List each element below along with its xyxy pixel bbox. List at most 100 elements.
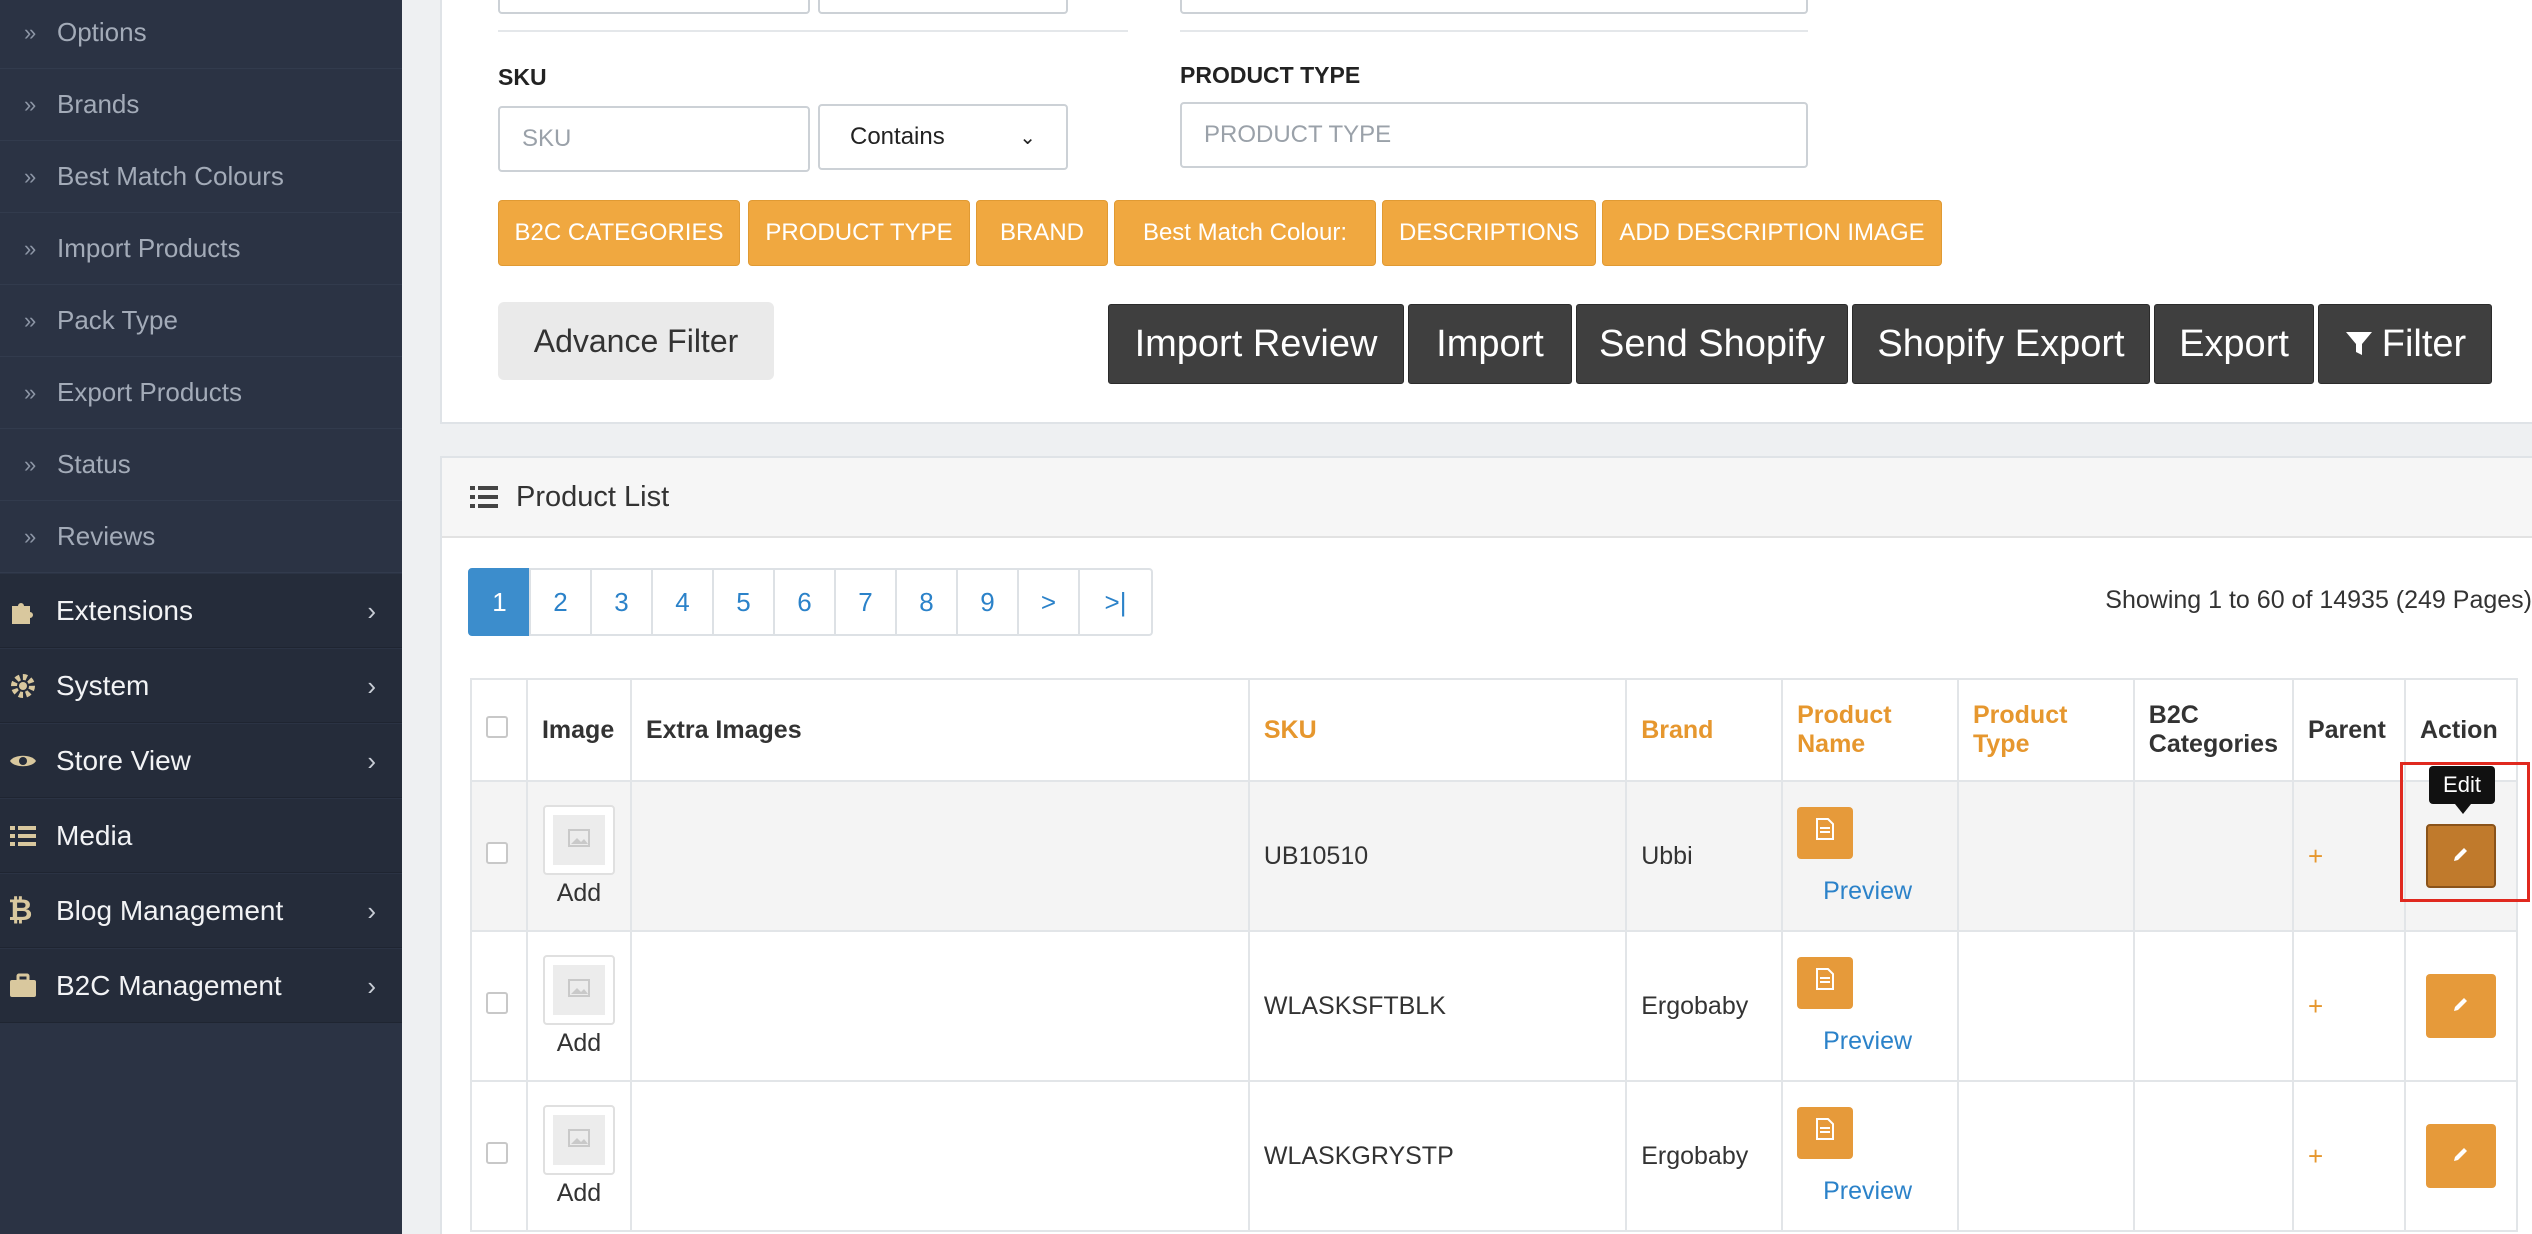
column-header-brand[interactable]: Brand bbox=[1625, 678, 1784, 782]
export-button[interactable]: Export bbox=[2154, 304, 2314, 384]
pagination: 1 2 3 4 5 6 7 8 9 > >| bbox=[468, 568, 1153, 636]
row-checkbox[interactable] bbox=[486, 991, 508, 1014]
preview-link[interactable]: Preview bbox=[1823, 1177, 1943, 1206]
sidebar-item-options[interactable]: » Options bbox=[0, 0, 402, 69]
sidebar-item-store-view[interactable]: Store View › bbox=[0, 724, 402, 798]
sidebar-item-best-match-colours[interactable]: » Best Match Colours bbox=[0, 141, 402, 213]
sidebar-item-brands[interactable]: » Brands bbox=[0, 69, 402, 141]
select-all-checkbox[interactable] bbox=[486, 715, 508, 738]
sidebar-item-b2c-management[interactable]: B2C Management › bbox=[0, 949, 402, 1023]
b2c-categories-button[interactable]: B2C CATEGORIES bbox=[498, 200, 740, 266]
sku-label: SKU bbox=[498, 64, 547, 90]
document-icon bbox=[1816, 818, 1835, 847]
chevron-right-icon: › bbox=[367, 671, 376, 701]
sidebar-item-status[interactable]: » Status bbox=[0, 429, 402, 501]
page-link-4[interactable]: 4 bbox=[651, 568, 714, 636]
page-link-next[interactable]: > bbox=[1017, 568, 1080, 636]
edit-button[interactable] bbox=[2425, 974, 2496, 1038]
import-button[interactable]: Import bbox=[1408, 304, 1572, 384]
filter-select-partial[interactable] bbox=[818, 0, 1068, 14]
add-parent-link[interactable]: + bbox=[2308, 841, 2323, 871]
image-thumbnail[interactable] bbox=[542, 804, 615, 875]
edit-button[interactable] bbox=[2425, 824, 2496, 888]
b2c-categories-cell bbox=[2132, 1080, 2294, 1232]
add-image-link[interactable]: Add bbox=[557, 879, 601, 908]
sidebar-item-label: Brands bbox=[57, 89, 140, 119]
page-link-2[interactable]: 2 bbox=[529, 568, 592, 636]
descriptions-button[interactable]: DESCRIPTIONS bbox=[1382, 200, 1596, 266]
page-link-7[interactable]: 7 bbox=[834, 568, 897, 636]
table-row: Add WLASKGRYSTP Ergobaby Preview + bbox=[470, 1080, 2519, 1232]
shopify-export-button[interactable]: Shopify Export bbox=[1852, 304, 2150, 384]
edit-button[interactable] bbox=[2425, 1124, 2496, 1188]
chevron-right-icon: » bbox=[24, 379, 37, 405]
filter-input-partial[interactable] bbox=[498, 0, 810, 14]
column-header-product-name[interactable]: Product Name bbox=[1781, 678, 1959, 782]
brand-button[interactable]: BRAND bbox=[976, 200, 1108, 266]
product-name-button[interactable] bbox=[1797, 1106, 1854, 1159]
sidebar-item-reviews[interactable]: » Reviews bbox=[0, 501, 402, 573]
add-image-link[interactable]: Add bbox=[557, 1179, 601, 1208]
sidebar-item-label: Media bbox=[56, 819, 133, 851]
table-header-row: Image Extra Images SKU Brand Product Nam… bbox=[470, 678, 2519, 782]
add-parent-link[interactable]: + bbox=[2308, 991, 2323, 1021]
page-link-5[interactable]: 5 bbox=[712, 568, 775, 636]
page-link-1[interactable]: 1 bbox=[468, 568, 531, 636]
add-image-link[interactable]: Add bbox=[557, 1029, 601, 1058]
product-type-cell bbox=[1956, 780, 2135, 932]
image-placeholder-icon bbox=[567, 975, 590, 1004]
sidebar-item-blog-management[interactable]: ₿ Blog Management › bbox=[0, 874, 402, 948]
preview-link[interactable]: Preview bbox=[1823, 877, 1943, 906]
preview-link[interactable]: Preview bbox=[1823, 1027, 1943, 1056]
parent-cell: + bbox=[2291, 1080, 2406, 1232]
filter-button[interactable]: Filter bbox=[2318, 304, 2492, 384]
page-link-9[interactable]: 9 bbox=[956, 568, 1019, 636]
product-name-button[interactable] bbox=[1797, 956, 1854, 1009]
table-row: Add WLASKSFTBLK Ergobaby Preview + bbox=[470, 930, 2519, 1082]
product-type-input[interactable] bbox=[1180, 102, 1808, 168]
parent-cell: + bbox=[2291, 780, 2406, 932]
product-type-cell bbox=[1956, 930, 2135, 1082]
row-checkbox[interactable] bbox=[486, 1141, 508, 1164]
sidebar-item-system[interactable]: System › bbox=[0, 649, 402, 723]
sidebar-item-pack-type[interactable]: » Pack Type bbox=[0, 285, 402, 357]
list-icon bbox=[6, 821, 56, 851]
advance-filter-button[interactable]: Advance Filter bbox=[498, 302, 774, 380]
sidebar-item-label: Pack Type bbox=[57, 305, 178, 335]
row-checkbox[interactable] bbox=[486, 841, 508, 864]
product-name-cell: Preview bbox=[1781, 930, 1959, 1082]
page-link-3[interactable]: 3 bbox=[590, 568, 653, 636]
image-thumbnail[interactable] bbox=[542, 1104, 615, 1175]
column-header-sku[interactable]: SKU bbox=[1247, 678, 1628, 782]
edit-tooltip: Edit bbox=[2429, 766, 2495, 814]
product-type-label: PRODUCT TYPE bbox=[1180, 62, 1361, 88]
sidebar-item-extensions[interactable]: Extensions › bbox=[0, 574, 402, 648]
page-link-8[interactable]: 8 bbox=[895, 568, 958, 636]
column-header-product-type[interactable]: Product Type bbox=[1956, 678, 2135, 782]
brand-cell: Ergobaby bbox=[1625, 1080, 1784, 1232]
send-shopify-button[interactable]: Send Shopify bbox=[1576, 304, 1848, 384]
sidebar-item-label: Best Match Colours bbox=[57, 161, 284, 191]
import-review-button[interactable]: Import Review bbox=[1108, 304, 1404, 384]
product-list-panel: Product List 1 2 3 4 5 6 7 8 9 > >| Show… bbox=[440, 456, 2532, 1234]
page-link-last[interactable]: >| bbox=[1078, 568, 1153, 636]
image-thumbnail[interactable] bbox=[542, 954, 615, 1025]
sku-input[interactable] bbox=[498, 106, 810, 172]
sku-operator-select[interactable]: Contains ⌄ bbox=[818, 104, 1068, 170]
page-link-6[interactable]: 6 bbox=[773, 568, 836, 636]
divider bbox=[498, 30, 1128, 32]
chevron-down-icon: ⌄ bbox=[1019, 126, 1036, 149]
sidebar-item-export-products[interactable]: » Export Products bbox=[0, 357, 402, 429]
product-name-button[interactable] bbox=[1797, 806, 1854, 859]
add-parent-link[interactable]: + bbox=[2308, 1141, 2323, 1171]
add-description-image-button[interactable]: ADD DESCRIPTION IMAGE bbox=[1602, 200, 1942, 266]
sidebar-item-media[interactable]: Media bbox=[0, 799, 402, 873]
brand-cell: Ubbi bbox=[1625, 780, 1784, 932]
best-match-colour-button[interactable]: Best Match Colour: bbox=[1114, 200, 1376, 266]
pencil-icon bbox=[2451, 1142, 2471, 1171]
product-type-button[interactable]: PRODUCT TYPE bbox=[748, 200, 970, 266]
image-placeholder-icon bbox=[567, 1125, 590, 1154]
eye-icon bbox=[6, 746, 56, 776]
filter-input-partial[interactable] bbox=[1180, 0, 1808, 14]
sidebar-item-import-products[interactable]: » Import Products bbox=[0, 213, 402, 285]
